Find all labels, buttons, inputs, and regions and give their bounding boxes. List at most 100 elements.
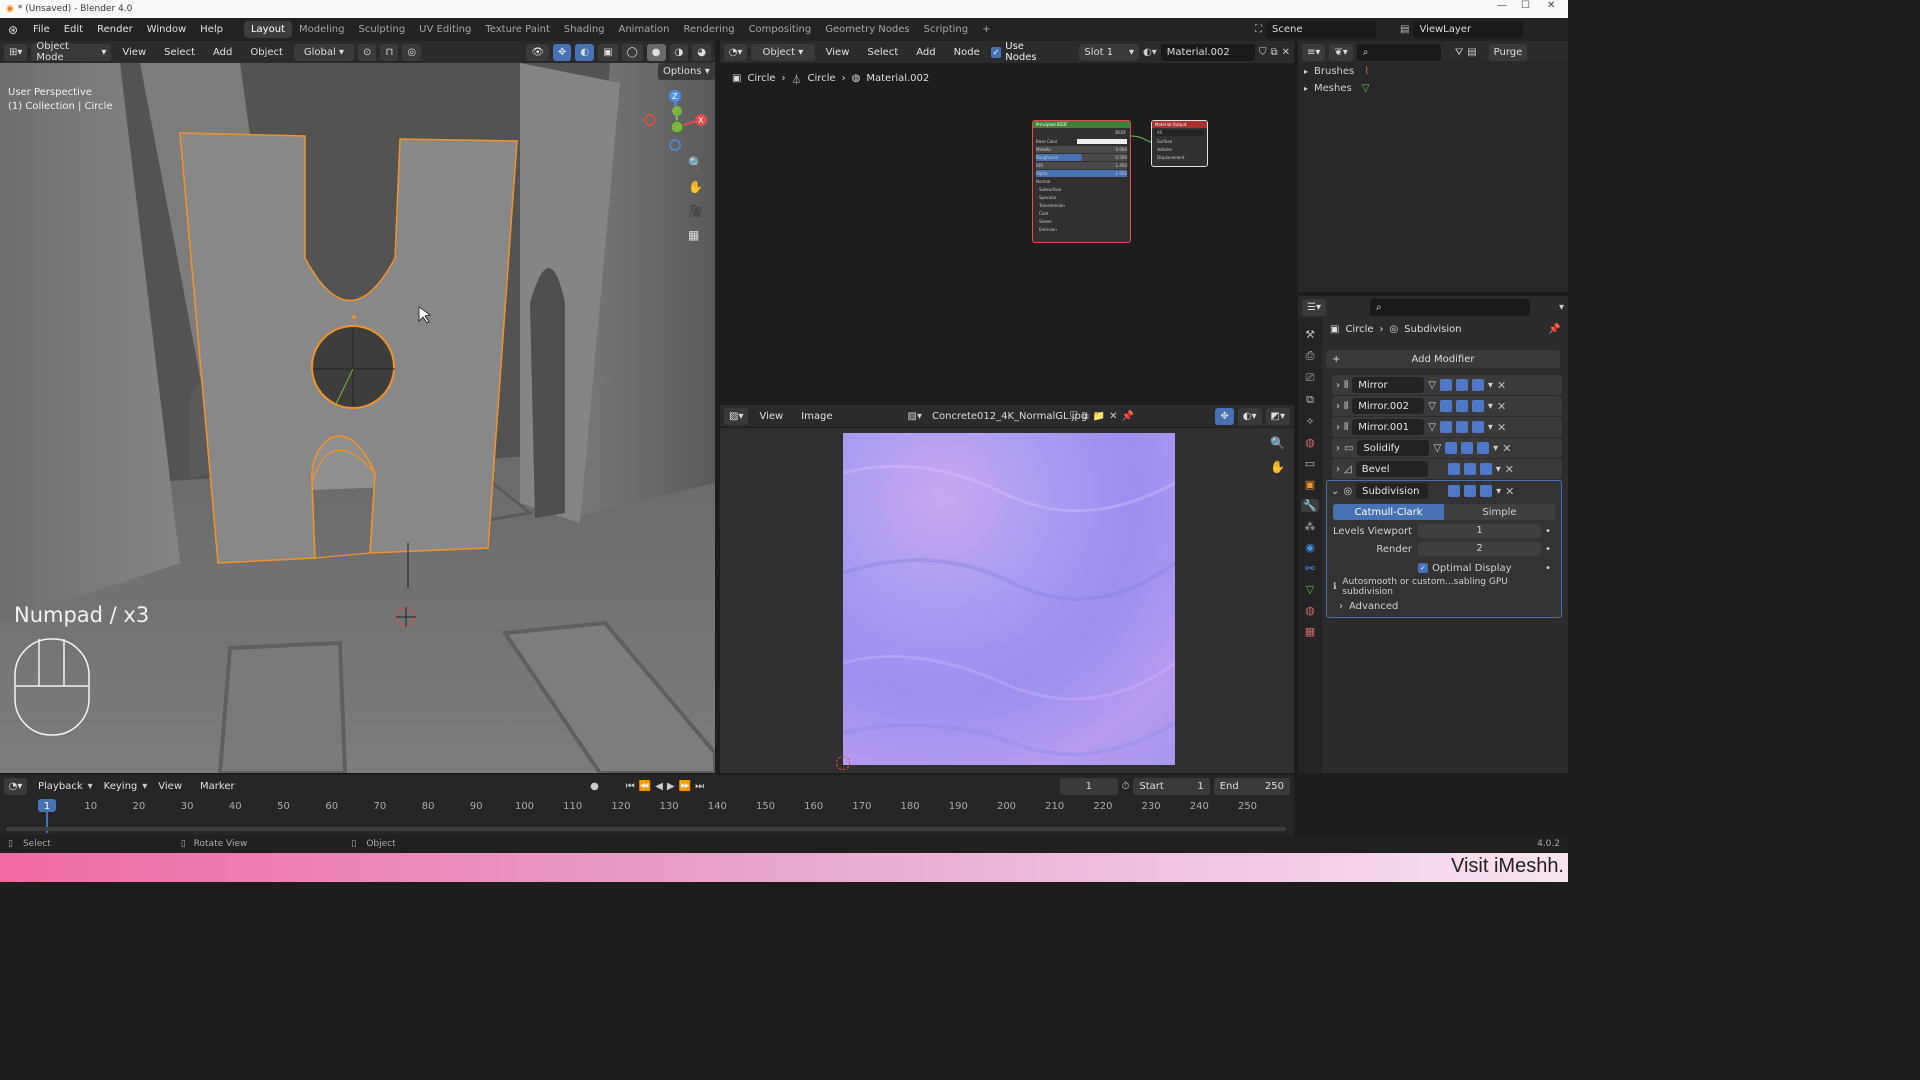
material-name-field[interactable]: Material.002: [1160, 43, 1255, 61]
bsdf-row-ior[interactable]: IOR 1.450: [1036, 162, 1127, 169]
image-overlay-icon[interactable]: ◐▾: [1237, 407, 1262, 425]
modifier-name[interactable]: Mirror.001: [1352, 419, 1425, 435]
catmull-clark-option[interactable]: Catmull-Clark: [1333, 504, 1444, 520]
output-socket-displacement[interactable]: Displacement: [1152, 154, 1207, 162]
viewport-display-icon[interactable]: [1464, 485, 1477, 497]
levels-viewport-field[interactable]: 1: [1418, 524, 1541, 538]
on-cage-icon[interactable]: [1445, 442, 1458, 454]
expand-arrow-icon[interactable]: ▸: [1304, 84, 1308, 93]
collapse-arrow-icon[interactable]: ⌄: [1331, 486, 1339, 497]
modifier-name[interactable]: Mirror: [1352, 377, 1425, 393]
record-icon[interactable]: ●: [590, 781, 599, 792]
on-cage-icon[interactable]: [1439, 400, 1452, 412]
bsdf-panel-subsurface[interactable]: Subsurface: [1033, 186, 1130, 194]
image-unlink-icon[interactable]: ✕: [1109, 411, 1117, 422]
timeline-scrollbar[interactable]: [6, 827, 1286, 831]
outliner-item-meshes[interactable]: ▸ Meshes ▽: [1298, 80, 1568, 97]
dropdown-icon[interactable]: ▾: [1496, 486, 1501, 497]
render-display-icon[interactable]: [1471, 421, 1484, 433]
solid-shading-icon[interactable]: ●: [646, 43, 666, 61]
viewlayer-selector[interactable]: ViewLayer: [1413, 21, 1524, 38]
timeline-type-icon[interactable]: ◔▾: [4, 777, 27, 795]
visibility-icon[interactable]: 👁: [526, 43, 550, 61]
advanced-subpanel[interactable]: › Advanced: [1339, 599, 1549, 613]
edit-mode-icon[interactable]: ▽: [1428, 401, 1436, 412]
image-display-icon[interactable]: ◩▾: [1265, 407, 1290, 425]
modifier-bevel[interactable]: › ◿ Bevel ▾ ✕: [1332, 459, 1562, 479]
on-cage-icon[interactable]: [1448, 485, 1461, 497]
modifier-name[interactable]: Subdivision: [1356, 483, 1429, 499]
node-menu-select[interactable]: Select: [860, 47, 905, 58]
render-display-icon[interactable]: [1477, 442, 1490, 454]
properties-type-icon[interactable]: ☰▾: [1302, 298, 1326, 316]
render-levels-field[interactable]: 2: [1418, 542, 1541, 556]
node-menu-node[interactable]: Node: [947, 47, 987, 58]
viewport-display-icon[interactable]: [1463, 463, 1476, 475]
expand-arrow-icon[interactable]: ▸: [1304, 67, 1308, 76]
dropdown-icon[interactable]: ▾: [1488, 401, 1493, 412]
bsdf-panel-specular[interactable]: Specular: [1033, 194, 1130, 202]
output-socket-volume[interactable]: Volume: [1152, 146, 1207, 154]
menu-render[interactable]: Render: [90, 24, 140, 35]
viewport-menu-select[interactable]: Select: [157, 47, 202, 58]
on-cage-icon[interactable]: [1447, 463, 1460, 475]
preview-range-icon[interactable]: ⏱: [1122, 781, 1130, 792]
tab-scripting[interactable]: Scripting: [917, 21, 975, 38]
bsdf-row-base-color[interactable]: Base Color: [1033, 137, 1130, 146]
unlink-material-icon[interactable]: ✕: [1282, 47, 1290, 58]
remove-modifier-icon[interactable]: ✕: [1497, 379, 1506, 392]
filter-icon[interactable]: ⛛: [1455, 47, 1463, 58]
start-frame-field[interactable]: Start 1: [1133, 777, 1210, 795]
fake-user-icon[interactable]: ⛉: [1259, 47, 1267, 58]
material-shading-icon[interactable]: ◑: [669, 43, 689, 61]
optimal-display-checkbox[interactable]: ✓: [1418, 563, 1428, 573]
slot-selector[interactable]: Slot 1 ▾: [1079, 43, 1140, 61]
remove-modifier-icon[interactable]: ✕: [1505, 485, 1514, 498]
outliner-item-brushes[interactable]: ▸ Brushes ⌇: [1298, 63, 1568, 80]
tab-compositing[interactable]: Compositing: [742, 21, 819, 38]
use-nodes-checkbox[interactable]: ✓: [990, 46, 1002, 58]
close-icon[interactable]: ✕: [1547, 0, 1555, 11]
snap-icon[interactable]: ⊓: [380, 43, 399, 61]
on-cage-icon[interactable]: [1439, 421, 1452, 433]
menu-window[interactable]: Window: [140, 24, 193, 35]
bsdf-panel-coat[interactable]: Coat: [1033, 210, 1130, 218]
image-browse-icon[interactable]: ▨▾: [908, 411, 922, 422]
dropdown-icon[interactable]: ▾: [1493, 443, 1498, 454]
overlay-toggle-icon[interactable]: ◐: [575, 43, 595, 61]
timeline-menu-playback[interactable]: Playback: [31, 781, 90, 792]
image-pin-icon[interactable]: 📌: [1121, 411, 1133, 422]
viewport-menu-view[interactable]: View: [115, 47, 153, 58]
modifier-name[interactable]: Solidify: [1357, 440, 1430, 456]
scene-selector[interactable]: Scene: [1266, 21, 1376, 38]
on-cage-icon[interactable]: [1439, 379, 1452, 391]
base-color-swatch[interactable]: [1077, 139, 1127, 144]
properties-search-input[interactable]: ⌕: [1369, 298, 1530, 316]
jump-keyframe-back-icon[interactable]: ⏪: [639, 781, 651, 792]
tab-modeling[interactable]: Modeling: [292, 21, 352, 38]
current-frame-field[interactable]: 1: [1060, 777, 1118, 795]
editor-type-icon[interactable]: ⊞▾: [4, 43, 28, 61]
modifier-name[interactable]: Mirror.002: [1352, 398, 1425, 414]
expand-arrow-icon[interactable]: ›: [1336, 401, 1340, 412]
ortho-grid-icon[interactable]: ▦: [688, 228, 703, 242]
tab-rendering[interactable]: Rendering: [676, 21, 741, 38]
mode-selector[interactable]: Object Mode ▾: [31, 41, 112, 63]
remove-modifier-icon[interactable]: ✕: [1497, 400, 1506, 413]
texture-tab-icon[interactable]: ▦: [1305, 625, 1315, 638]
play-icon[interactable]: ▶: [667, 781, 675, 792]
orientation-selector[interactable]: Global ▾: [293, 43, 354, 61]
viewport-menu-object[interactable]: Object: [243, 47, 290, 58]
pivot-icon[interactable]: ⊙: [357, 43, 377, 61]
jump-end-icon[interactable]: ⏭: [695, 781, 704, 792]
modifier-name[interactable]: Bevel: [1355, 461, 1428, 477]
viewport-display-icon[interactable]: [1455, 379, 1468, 391]
material-sphere-icon[interactable]: ◐▾: [1143, 47, 1157, 58]
duplicate-material-icon[interactable]: ⧉: [1270, 47, 1277, 58]
outliner-display-mode-icon[interactable]: ❦▾: [1329, 43, 1353, 61]
pin-icon[interactable]: 📌: [1548, 324, 1560, 335]
tool-tab-icon[interactable]: ⚒: [1305, 328, 1315, 341]
dropdown-icon[interactable]: ▾: [1488, 422, 1493, 433]
output-target-selector[interactable]: All: [1155, 130, 1204, 136]
expand-arrow-icon[interactable]: ›: [1339, 601, 1343, 612]
